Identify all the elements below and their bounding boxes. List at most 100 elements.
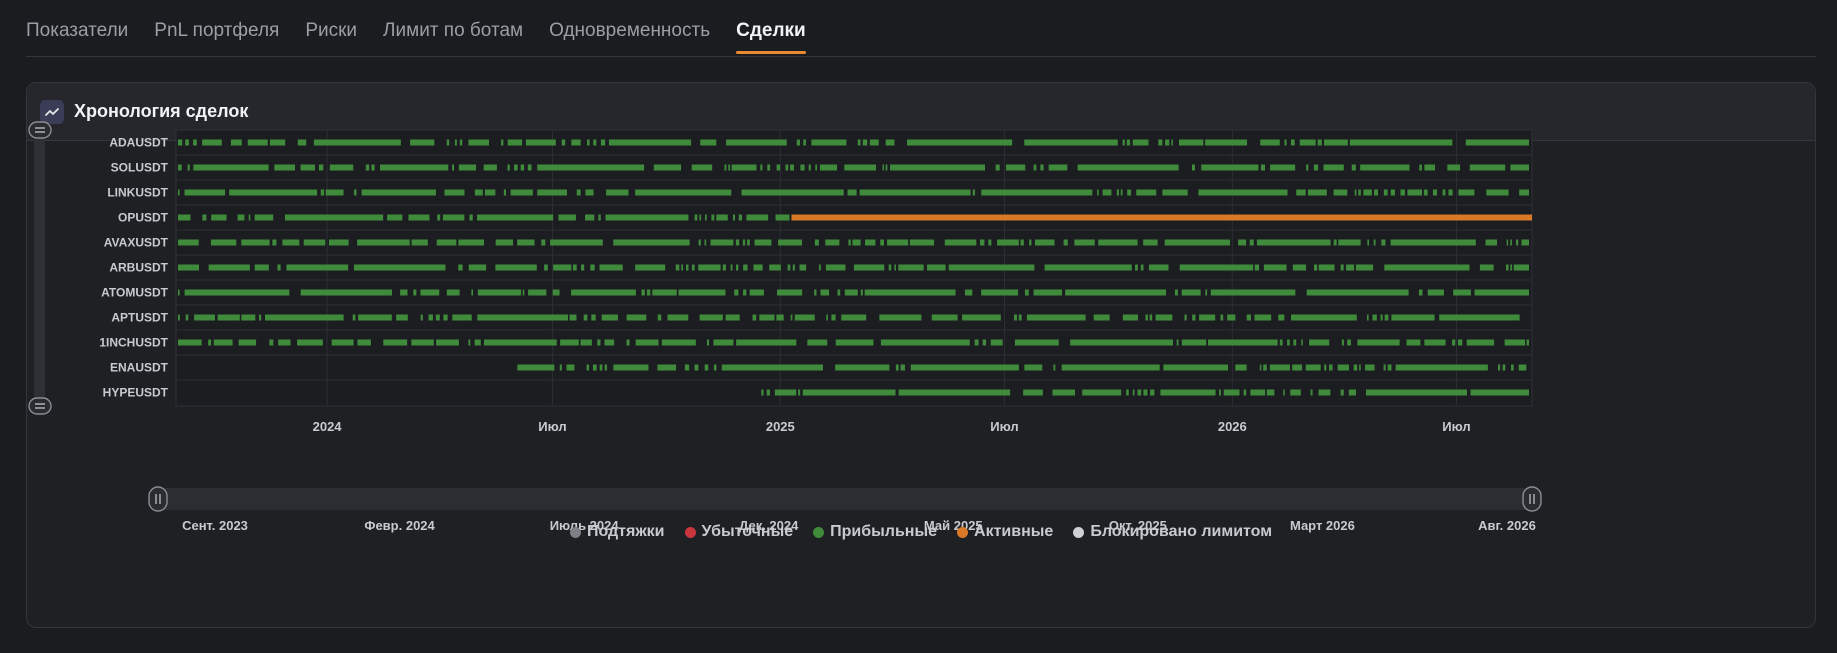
trade-segment[interactable] — [210, 239, 237, 246]
trade-segment[interactable] — [297, 139, 307, 146]
trade-segment[interactable] — [761, 389, 764, 396]
trade-segment[interactable] — [272, 239, 277, 246]
trade-segment[interactable] — [1479, 264, 1494, 271]
trade-segment[interactable] — [325, 189, 344, 196]
trade-segment[interactable] — [560, 339, 579, 346]
trade-segment[interactable] — [193, 139, 197, 146]
trade-segment[interactable] — [972, 189, 976, 196]
trade-segment[interactable] — [444, 189, 465, 196]
trade-segment[interactable] — [741, 189, 844, 196]
trade-segment[interactable] — [1120, 189, 1123, 196]
trade-segment[interactable] — [713, 339, 734, 346]
trade-segment[interactable] — [879, 314, 922, 321]
trade-segment[interactable] — [559, 364, 562, 371]
trade-segment[interactable] — [558, 214, 576, 221]
trade-segment[interactable] — [1504, 339, 1526, 346]
trade-segment[interactable] — [597, 339, 601, 346]
trade-segment[interactable] — [1324, 139, 1348, 146]
trade-segment[interactable] — [237, 214, 245, 221]
trade-segment[interactable] — [807, 339, 828, 346]
trade-segment[interactable] — [1205, 289, 1208, 296]
trade-segment[interactable] — [1033, 164, 1037, 171]
trade-segment[interactable] — [869, 139, 879, 146]
trade-segment[interactable] — [357, 239, 410, 246]
trade-segment[interactable] — [1351, 164, 1356, 171]
trade-segment[interactable] — [820, 289, 830, 296]
trade-segment[interactable] — [749, 289, 764, 296]
tab-bot-limit[interactable]: Лимит по ботам — [383, 0, 523, 54]
trade-segment[interactable] — [711, 214, 715, 221]
trade-segment[interactable] — [1174, 289, 1178, 296]
trade-segment[interactable] — [566, 364, 575, 371]
trade-segment[interactable] — [477, 314, 569, 321]
trade-segment[interactable] — [730, 264, 733, 271]
trade-segment[interactable] — [790, 314, 793, 321]
trade-segment[interactable] — [507, 164, 510, 171]
trade-segment[interactable] — [1518, 364, 1527, 371]
trade-segment[interactable] — [1176, 339, 1179, 346]
trade-segment[interactable] — [1210, 289, 1296, 296]
trade-segment[interactable] — [675, 264, 680, 271]
trade-segment[interactable] — [484, 189, 496, 196]
trade-segment[interactable] — [721, 364, 823, 371]
trade-segment[interactable] — [767, 164, 771, 171]
trade-segment[interactable] — [241, 314, 256, 321]
trade-segment[interactable] — [585, 189, 594, 196]
trade-segment[interactable] — [818, 264, 821, 271]
trade-segment[interactable] — [898, 389, 1011, 396]
trade-segment[interactable] — [802, 389, 896, 396]
trade-segment[interactable] — [1132, 389, 1135, 396]
trade-segment[interactable] — [681, 264, 684, 271]
trade-segment[interactable] — [1024, 364, 1043, 371]
trade-segment[interactable] — [837, 289, 841, 296]
trade-segment[interactable] — [661, 339, 696, 346]
trade-segment[interactable] — [1526, 339, 1529, 346]
trade-segment[interactable] — [185, 139, 189, 146]
trade-segment[interactable] — [1486, 189, 1509, 196]
trade-segment[interactable] — [981, 189, 1093, 196]
trade-segment[interactable] — [909, 239, 935, 246]
range-slider-track[interactable] — [158, 488, 1533, 510]
trade-segment[interactable] — [1387, 364, 1392, 371]
trade-segment[interactable] — [527, 164, 532, 171]
trade-segment[interactable] — [710, 239, 734, 246]
trade-segment[interactable] — [1143, 389, 1148, 396]
trade-segment[interactable] — [383, 339, 408, 346]
trade-segment[interactable] — [691, 264, 695, 271]
trade-segment[interactable] — [1510, 364, 1514, 371]
trade-segment[interactable] — [1373, 189, 1378, 196]
trade-segment[interactable] — [410, 139, 435, 146]
trade-segment[interactable] — [501, 139, 504, 146]
trade-segment[interactable] — [1238, 239, 1247, 246]
trade-segment[interactable] — [605, 214, 689, 221]
trade-segment[interactable] — [1014, 339, 1059, 346]
trade-segment[interactable] — [1199, 314, 1216, 321]
trade-segment[interactable] — [178, 214, 191, 221]
trade-segment[interactable] — [742, 239, 746, 246]
trade-segment[interactable] — [1284, 139, 1287, 146]
trade-segment[interactable] — [458, 264, 463, 271]
trade-segment[interactable] — [667, 314, 689, 321]
legend-item-pullups[interactable]: Подтяжки — [569, 523, 665, 541]
trade-segment[interactable] — [1310, 389, 1313, 396]
trade-segment[interactable] — [585, 214, 595, 221]
trade-segment[interactable] — [1132, 139, 1149, 146]
trade-segment[interactable] — [759, 314, 775, 321]
trade-segment[interactable] — [1158, 139, 1163, 146]
trade-segment[interactable] — [694, 214, 698, 221]
trade-segment[interactable] — [1283, 389, 1285, 396]
trade-segment[interactable] — [184, 189, 226, 196]
trade-segment[interactable] — [1126, 139, 1131, 146]
trade-segment[interactable] — [1024, 139, 1118, 146]
trade-segment[interactable] — [798, 389, 801, 396]
trade-segment[interactable] — [1143, 239, 1158, 246]
trade-segment[interactable] — [775, 214, 790, 221]
trade-segment[interactable] — [910, 364, 1019, 371]
trade-segment[interactable] — [704, 364, 709, 371]
trade-segment[interactable] — [1127, 189, 1132, 196]
trade-segment[interactable] — [1150, 389, 1155, 396]
trade-segment[interactable] — [528, 289, 547, 296]
trade-segment[interactable] — [988, 239, 992, 246]
trade-segment[interactable] — [1485, 239, 1498, 246]
trade-segment[interactable] — [1380, 314, 1383, 321]
